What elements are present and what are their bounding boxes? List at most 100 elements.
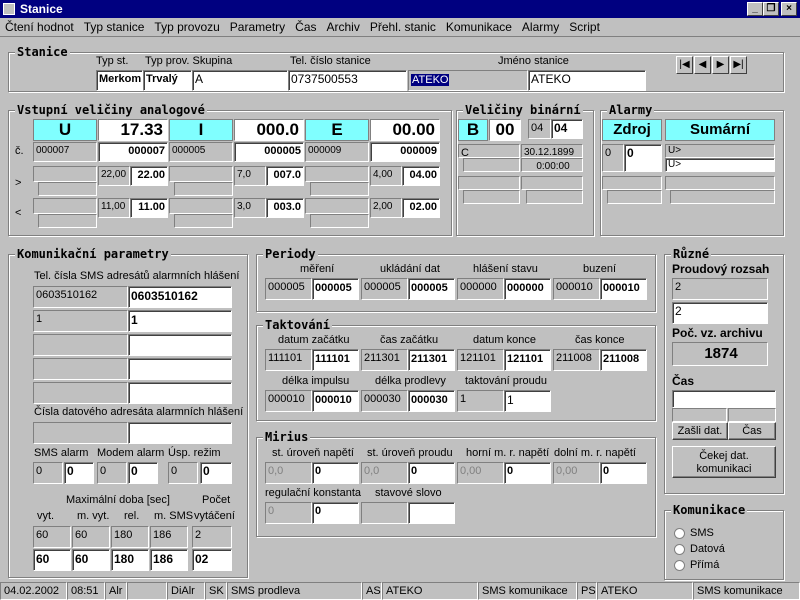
typ-st-field[interactable]: Merkom [96, 70, 143, 91]
st-napeti-field[interactable]: 0 [312, 462, 359, 484]
r2-vytaceni-field[interactable]: 02 [192, 549, 232, 571]
jmeno-stanice-label: Jméno stanice [498, 55, 569, 67]
i-code-field[interactable]: 000005 [234, 142, 304, 162]
tel-3-field[interactable] [128, 334, 232, 356]
menu-komunikace[interactable]: Komunikace [441, 20, 517, 34]
tel-5-field[interactable] [128, 382, 232, 404]
menu-parametry[interactable]: Parametry [225, 20, 290, 34]
datum-zacatku-a: 111101 [265, 349, 312, 371]
i-gt-combo[interactable] [169, 166, 233, 182]
b-combo-2[interactable] [458, 176, 520, 190]
r2-mvyt-field[interactable]: 60 [72, 549, 110, 571]
e-lt-field[interactable]: 02.00 [402, 198, 440, 218]
alarm-combo-2[interactable] [665, 176, 775, 190]
menu-typ-stanice[interactable]: Typ stanice [79, 20, 150, 34]
st-proudu-field[interactable]: 0 [408, 462, 455, 484]
e-code: 000009 [305, 142, 369, 162]
sms-radio[interactable] [674, 528, 685, 539]
b-combo-3[interactable] [521, 176, 583, 190]
u-gt-combo[interactable] [33, 166, 97, 182]
typ-prov-field[interactable]: Trvalý [143, 70, 192, 91]
menu-prehl-stanic[interactable]: Přehl. stanic [365, 20, 441, 34]
datum-konce-field[interactable]: 121101 [504, 349, 551, 371]
cas-zacatku-field[interactable]: 211301 [408, 349, 455, 371]
taktovani-proudu-a: 1 [457, 390, 504, 412]
dolni-field[interactable]: 0 [600, 462, 647, 484]
delka-impulsu-a: 000010 [265, 390, 312, 412]
maximize-button[interactable]: ❐ [763, 2, 779, 16]
ukladani-field[interactable]: 000005 [408, 278, 455, 300]
tel-4-field[interactable] [128, 358, 232, 380]
last-record-icon[interactable]: ▶| [730, 56, 747, 74]
sumarni-line-2[interactable]: U> [665, 158, 775, 172]
cas-field[interactable] [672, 390, 776, 408]
alarm-combo-1-sub [607, 190, 662, 204]
tel-2-field[interactable]: 1 [128, 310, 232, 332]
alarm-combo-1[interactable] [602, 176, 662, 190]
alarm-combo-2-sub [670, 190, 775, 204]
i-lt-combo[interactable] [169, 198, 233, 214]
horni-field[interactable]: 0 [504, 462, 551, 484]
menu-script[interactable]: Script [564, 20, 605, 34]
menu-cas[interactable]: Čas [290, 20, 321, 34]
e-gt-field[interactable]: 04.00 [402, 166, 440, 186]
r2-msms-field[interactable]: 186 [150, 549, 188, 571]
dat-adresat-field[interactable] [128, 422, 232, 444]
taktovani-proudu-field[interactable]: 1 [504, 390, 551, 412]
menu-archiv[interactable]: Archiv [322, 20, 365, 34]
skupina-field[interactable]: A [192, 70, 288, 91]
u-gt-field[interactable]: 22.00 [130, 166, 168, 186]
i-gt-field[interactable]: 007.0 [266, 166, 304, 186]
mereni-field[interactable]: 000005 [312, 278, 359, 300]
minimize-button[interactable]: _ [747, 2, 763, 16]
tel-stanice-field[interactable]: 0737500553 [288, 70, 407, 91]
dolni-mr-napeti-label: dolní m. r. napětí [554, 447, 636, 459]
usp-rezim-field[interactable]: 0 [200, 462, 232, 484]
buzeni-field[interactable]: 000010 [600, 278, 647, 300]
stavove-field[interactable] [408, 502, 455, 524]
jmeno-stanice-select[interactable]: ATEKO [408, 70, 528, 91]
prev-record-icon[interactable]: ◀ [694, 56, 711, 74]
u-code-field[interactable]: 000007 [98, 142, 168, 162]
e-code-field[interactable]: 000009 [370, 142, 440, 162]
datova-radio[interactable] [674, 544, 685, 555]
delka-impulsu-field[interactable]: 000010 [312, 390, 359, 412]
r2-vyt-field[interactable]: 60 [33, 549, 71, 571]
hlaseni-field[interactable]: 000000 [504, 278, 551, 300]
e-gt-combo[interactable] [305, 166, 369, 182]
i-value: 000.0 [234, 119, 304, 141]
u-lt-field[interactable]: 11.00 [130, 198, 168, 218]
h-vytaceni-label: vytáčení [194, 510, 235, 522]
regulacni-field[interactable]: 0 [312, 502, 359, 524]
cas-button[interactable]: Čas [728, 422, 776, 440]
cas-konce-field[interactable]: 211008 [600, 349, 647, 371]
jmeno-stanice-field[interactable]: ATEKO [528, 70, 646, 91]
datum-zacatku-field[interactable]: 111101 [312, 349, 359, 371]
next-record-icon[interactable]: ▶ [712, 56, 729, 74]
r2-rel-field[interactable]: 180 [111, 549, 149, 571]
delka-prodlevy-field[interactable]: 000030 [408, 390, 455, 412]
tel-1-field[interactable]: 0603510162 [128, 286, 232, 308]
typ-st-label: Typ st. [96, 55, 129, 67]
e-lt-combo[interactable] [305, 198, 369, 214]
u-lt-combo[interactable] [33, 198, 97, 214]
zdroj-field[interactable]: 0 [624, 144, 662, 172]
first-record-icon[interactable]: |◀ [676, 56, 693, 74]
status-as-ateko: ATEKO [382, 582, 478, 600]
r1-rel: 180 [111, 526, 149, 548]
close-button[interactable]: × [781, 2, 797, 16]
b-combo-1[interactable]: C [458, 144, 520, 158]
proud-field[interactable]: 2 [672, 302, 768, 324]
cekej-dat-button[interactable]: Čekej dat. komunikaci [672, 446, 776, 478]
menu-typ-provozu[interactable]: Typ provozu [149, 20, 224, 34]
menu-alarmy[interactable]: Alarmy [517, 20, 564, 34]
i-lt-field[interactable]: 003.0 [266, 198, 304, 218]
zasli-dat-button[interactable]: Zašli dat. [672, 422, 728, 440]
sms-alarm-field[interactable]: 0 [64, 462, 94, 484]
b-time: 0:00:00 [521, 158, 583, 172]
b-b-field[interactable]: 04 [551, 119, 583, 139]
modem-alarm-field[interactable]: 0 [128, 462, 158, 484]
prima-radio[interactable] [674, 560, 685, 571]
hlaseni-label: hlášení stavu [473, 263, 538, 275]
menu-cteni-hodnot[interactable]: Čtení hodnot [0, 20, 79, 34]
